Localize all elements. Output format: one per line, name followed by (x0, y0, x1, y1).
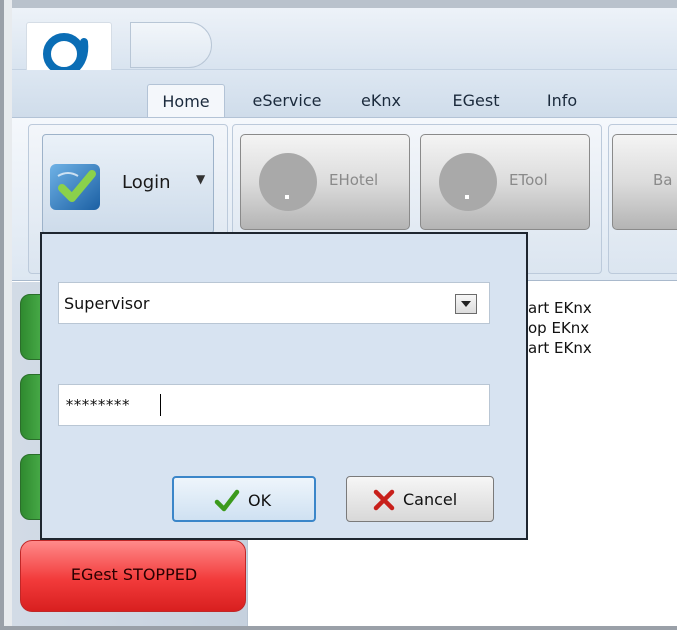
tab-eservice[interactable]: eService (237, 84, 337, 118)
chevron-down-icon[interactable]: ▼ (196, 172, 205, 186)
close-icon (373, 489, 395, 511)
login-check-icon (50, 164, 100, 210)
ok-label: OK (248, 491, 272, 510)
etool-label: ETool (509, 171, 548, 189)
tab-egest[interactable]: EGest (428, 84, 524, 118)
window-left-border (0, 0, 12, 630)
dropdown-arrow-icon[interactable] (455, 294, 477, 314)
event-log: art EKnx op EKnx art EKnx (528, 298, 592, 358)
tab-home[interactable]: Home (147, 84, 225, 118)
egest-status-label: EGest STOPPED (70, 565, 198, 584)
log-line: art EKnx (528, 339, 592, 357)
log-line: op EKnx (528, 319, 590, 337)
etool-icon-dot (465, 195, 469, 199)
cancel-label: Cancel (403, 490, 458, 509)
tab-info[interactable]: Info (528, 84, 596, 118)
log-line: art EKnx (528, 299, 592, 317)
ehotel-module-icon (259, 153, 317, 211)
quick-access-toolbar[interactable] (130, 22, 212, 68)
checkmark-icon (214, 489, 240, 512)
egest-status-button[interactable]: EGest STOPPED (20, 540, 246, 612)
ba-label: Ba (653, 171, 673, 189)
ehotel-icon-dot (285, 195, 289, 199)
tab-eknx[interactable]: eKnx (341, 84, 421, 118)
password-field[interactable] (58, 384, 490, 426)
ehotel-label: EHotel (329, 171, 379, 189)
text-caret (160, 394, 161, 416)
ba-button[interactable]: Ba (612, 134, 677, 230)
etool-button[interactable]: ETool (420, 134, 590, 230)
login-label: Login (122, 172, 171, 193)
ok-button[interactable]: OK (172, 476, 316, 522)
window-top-border (0, 0, 677, 8)
cancel-button[interactable]: Cancel (346, 476, 494, 522)
user-select-value: Supervisor (64, 294, 150, 313)
etool-module-icon (439, 153, 497, 211)
window-bottom-border (0, 626, 677, 630)
ehotel-button[interactable]: EHotel (240, 134, 410, 230)
